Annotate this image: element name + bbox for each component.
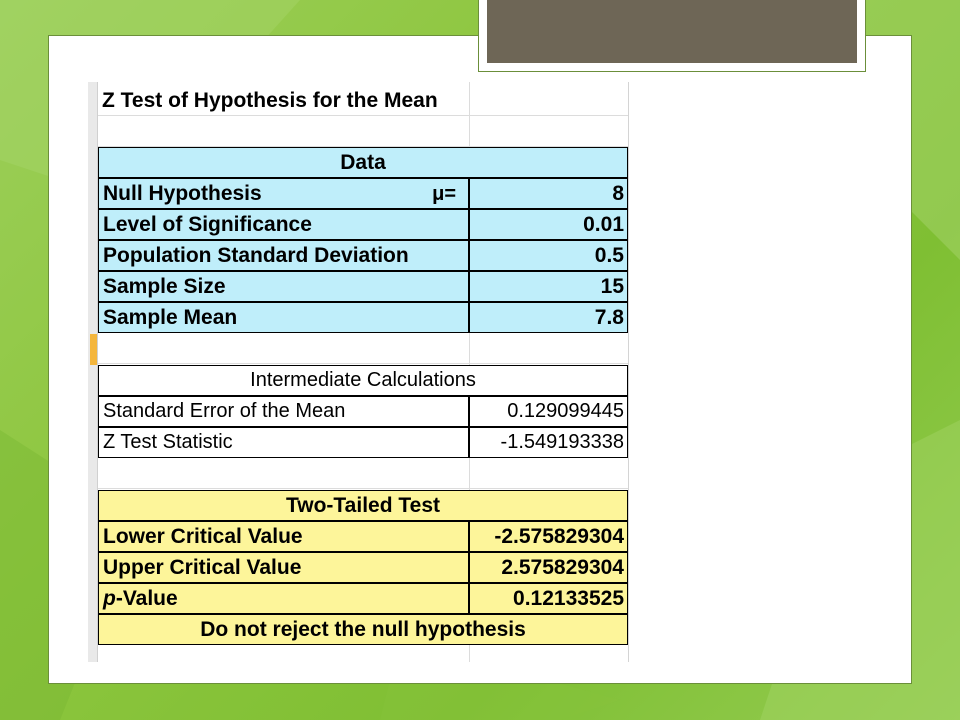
test-conclusion: Do not reject the null hypothesis	[98, 614, 628, 645]
data-row-sample-mean: Sample Mean 7.8	[98, 302, 628, 333]
column-gridline-right	[628, 82, 629, 662]
data-label: Population Standard Deviation	[98, 240, 469, 271]
test-label: Upper Critical Value	[98, 552, 469, 583]
data-label: Sample Mean	[98, 302, 469, 333]
title-placeholder-tab[interactable]	[478, 0, 866, 72]
intermediate-header-row: Intermediate Calculations	[98, 365, 628, 396]
test-value: -2.575829304	[469, 521, 628, 552]
sheet-title: Z Test of Hypothesis for the Mean	[102, 88, 438, 112]
data-value: 8	[469, 178, 628, 209]
title-placeholder-bar	[487, 0, 857, 63]
intermediate-label: Standard Error of the Mean	[98, 396, 469, 427]
test-header-row: Two-Tailed Test	[98, 490, 628, 521]
spreadsheet-image: Z Test of Hypothesis for the Mean Data N…	[88, 82, 640, 662]
p-value-label-rest: -Value	[115, 586, 178, 610]
data-value: 15	[469, 271, 628, 302]
test-row-upper-critical: Upper Critical Value 2.575829304	[98, 552, 628, 583]
intermediate-row-std-error: Standard Error of the Mean 0.129099445	[98, 396, 628, 427]
data-label: Sample Size	[98, 271, 469, 302]
intermediate-label: Z Test Statistic	[98, 427, 469, 458]
empty-row	[98, 458, 628, 489]
test-row-conclusion: Do not reject the null hypothesis	[98, 614, 628, 645]
test-row-lower-critical: Lower Critical Value -2.575829304	[98, 521, 628, 552]
data-label: Level of Significance	[98, 209, 469, 240]
data-value: 0.01	[469, 209, 628, 240]
p-italic-label: p	[103, 586, 116, 610]
data-row-sample-size: Sample Size 15	[98, 271, 628, 302]
active-cell-marker	[90, 334, 97, 365]
test-value: 2.575829304	[469, 552, 628, 583]
data-value: 7.8	[469, 302, 628, 333]
row-header-strip	[88, 82, 98, 662]
test-label: p -Value	[98, 583, 469, 614]
data-header-row: Data	[98, 147, 628, 178]
null-hypothesis-label: Null Hypothesis	[103, 181, 262, 205]
intermediate-value: 0.129099445	[469, 396, 628, 427]
intermediate-value: -1.549193338	[469, 427, 628, 458]
data-row-null-hypothesis: Null Hypothesis μ= 8	[98, 178, 628, 209]
empty-row	[98, 116, 628, 147]
data-value: 0.5	[469, 240, 628, 271]
data-header: Data	[98, 147, 628, 178]
intermediate-row-z-stat: Z Test Statistic -1.549193338	[98, 427, 628, 458]
test-label: Lower Critical Value	[98, 521, 469, 552]
mu-symbol: μ=	[432, 183, 456, 205]
title-row: Z Test of Hypothesis for the Mean	[98, 85, 628, 116]
data-row-significance: Level of Significance 0.01	[98, 209, 628, 240]
data-label: Null Hypothesis μ=	[98, 178, 469, 209]
test-header: Two-Tailed Test	[98, 490, 628, 521]
test-value: 0.12133525	[469, 583, 628, 614]
intermediate-header: Intermediate Calculations	[98, 365, 628, 396]
test-row-p-value: p -Value 0.12133525	[98, 583, 628, 614]
empty-row	[98, 333, 628, 364]
data-row-std-dev: Population Standard Deviation 0.5	[98, 240, 628, 271]
